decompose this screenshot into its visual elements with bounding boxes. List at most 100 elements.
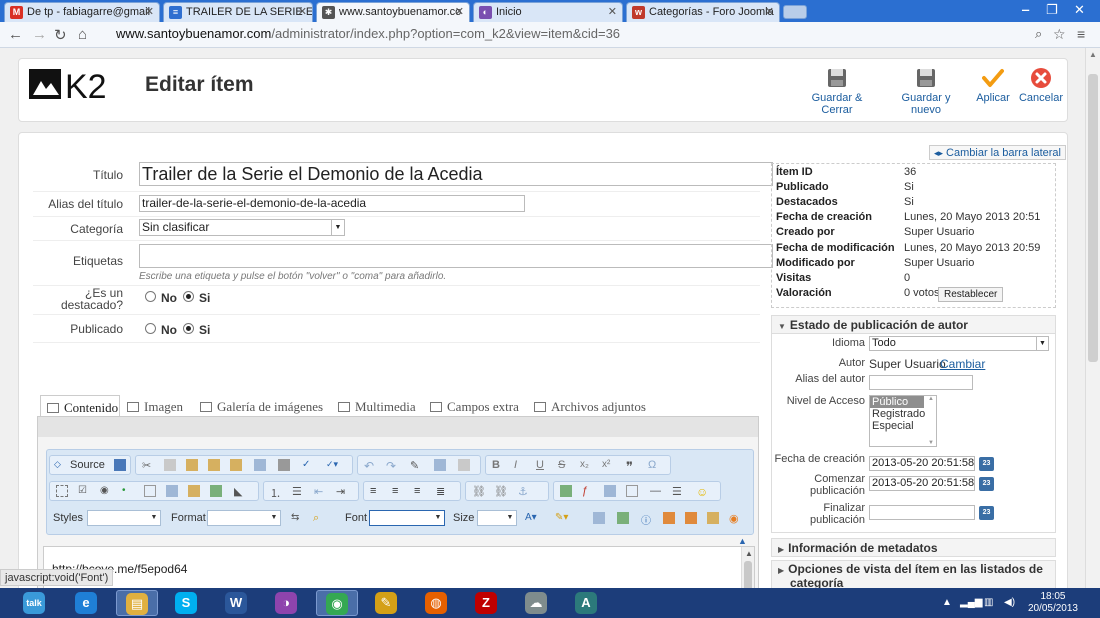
restore-icon[interactable]: ❐ (1046, 2, 1058, 18)
anchor-icon[interactable]: ⚓ (518, 485, 530, 498)
toggle-sidebar-button[interactable]: ◂▸ Cambiar la barra lateral (929, 145, 1066, 160)
taskbar-firefox[interactable]: ◍ (416, 590, 458, 616)
replace-icon[interactable] (434, 459, 446, 471)
remove-format-icon[interactable] (458, 459, 470, 471)
tags-input[interactable] (139, 244, 773, 268)
scroll-thumb[interactable] (744, 561, 752, 588)
browser-tab-active[interactable]: ✱ www.santoybuenamor.co ✕ (316, 2, 470, 22)
scroll-up-icon[interactable]: ▲ (745, 549, 753, 558)
metadata-header[interactable]: ▶ Información de metadatos (772, 539, 1055, 557)
taskbar-skype[interactable]: S (166, 590, 208, 616)
featured-no-radio[interactable] (145, 291, 156, 302)
tab-extra-fields[interactable]: Campos extra (430, 395, 528, 417)
author-alias-input[interactable] (869, 375, 973, 390)
browser-tab-gmail[interactable]: M De tp - fabiagarre@gmail ✕ (4, 2, 160, 22)
zoom-icon[interactable]: ⌕ (1035, 26, 1042, 42)
scroll-down-icon[interactable]: ▼ (928, 440, 934, 446)
author-publishing-header[interactable]: ▼ Estado de publicación de autor (772, 316, 1055, 334)
link-icon[interactable]: ⛓ (472, 485, 486, 498)
back-arrow-icon[interactable]: ← (8, 26, 23, 43)
network-tray-icon[interactable]: ▥ (984, 597, 993, 608)
pagebreak-icon[interactable] (685, 512, 697, 524)
calendar-icon[interactable]: 23 (979, 457, 994, 471)
readmore-icon[interactable] (663, 512, 675, 524)
select-icon[interactable] (166, 485, 178, 497)
close-window-icon[interactable]: ✕ (1074, 2, 1085, 18)
volume-icon[interactable]: ◀) (1004, 597, 1015, 608)
outdent-icon[interactable]: ⇤ (314, 485, 326, 498)
align-center-icon[interactable]: ≡ (392, 485, 404, 497)
align-right-icon[interactable]: ≡ (414, 485, 426, 497)
paste-text-icon[interactable] (208, 459, 220, 471)
omega-icon[interactable]: Ω (648, 459, 660, 471)
select-all-icon[interactable] (254, 459, 266, 471)
format-combo[interactable]: ▼ (207, 510, 281, 526)
alias-input[interactable]: trailer-de-la-serie-el-demonio-de-la-ace… (139, 195, 525, 212)
iframe-icon[interactable] (626, 485, 638, 497)
undo-icon[interactable]: ↶ (364, 459, 376, 473)
menu-icon[interactable]: ≡ (1077, 26, 1085, 42)
cut-icon[interactable]: ✂ (142, 459, 154, 472)
size-combo[interactable]: ▼ (477, 510, 517, 526)
taskbar-picasa[interactable]: ◑ (266, 590, 308, 616)
print-icon[interactable] (278, 459, 290, 471)
source-button[interactable]: Source (70, 459, 105, 471)
numbered-list-icon[interactable]: ⒈ (270, 485, 282, 500)
taskbar-ie[interactable]: e (66, 590, 108, 616)
taskbar-paint[interactable]: ✎ (366, 590, 408, 616)
blockquote-icon[interactable]: ❞ (626, 459, 638, 474)
cancel-button[interactable]: Cancelar (1017, 67, 1065, 104)
calendar-icon[interactable]: 23 (979, 477, 994, 491)
underline-icon[interactable]: U (536, 459, 548, 471)
forward-arrow-icon[interactable]: → (32, 26, 47, 43)
browser-tab-inicio[interactable]: ◐ Inicio ✕ (473, 2, 623, 22)
checkbox-icon[interactable]: ☑ (78, 485, 90, 497)
text-field-icon[interactable]: • (122, 485, 134, 497)
taskbar-talk[interactable]: talk (14, 590, 56, 616)
category-select[interactable]: Sin clasificar ▼ (139, 219, 345, 236)
new-tab-button[interactable] (783, 5, 807, 19)
taskbar-network[interactable]: ☁ (516, 590, 558, 616)
tab-attachments[interactable]: Archivos adjuntos (534, 395, 654, 417)
spellcheck-icon[interactable]: ✓ (302, 459, 314, 471)
reset-rating-button[interactable]: Restablecer (938, 287, 1004, 302)
close-icon[interactable]: ✕ (455, 5, 464, 18)
text-color-icon[interactable]: A▾ (525, 512, 547, 524)
unlink-icon[interactable]: ⛓ (494, 485, 508, 498)
italic-icon[interactable]: I (514, 459, 526, 471)
insert-image-icon[interactable] (560, 485, 572, 497)
find-replace-icon[interactable]: ⇆ (291, 512, 303, 524)
styles-combo[interactable]: ▼ (87, 510, 161, 526)
scroll-up-icon[interactable]: ▲ (1089, 50, 1097, 59)
published-yes-radio[interactable] (183, 323, 194, 334)
indent-icon[interactable]: ⇥ (336, 485, 348, 498)
scroll-up-icon[interactable]: ▲ (928, 396, 934, 402)
page-scroll-thumb[interactable] (1088, 74, 1098, 362)
tab-content[interactable]: Contenido (40, 395, 120, 417)
magnifier-icon[interactable]: ⌕ (313, 512, 325, 524)
bookmark-star-icon[interactable]: ☆ (1053, 26, 1066, 43)
textarea-icon[interactable] (144, 485, 156, 497)
access-option[interactable]: Registrado (870, 408, 936, 420)
image-button-icon[interactable] (210, 485, 222, 497)
apply-button[interactable]: Aplicar (971, 67, 1015, 104)
collapse-toolbar-icon[interactable]: ▲ (738, 536, 747, 546)
font-combo[interactable]: ▼ (369, 510, 445, 526)
featured-yes-radio[interactable] (183, 291, 194, 302)
published-no-radio[interactable] (145, 323, 156, 334)
redo-icon[interactable]: ↷ (386, 459, 398, 473)
url-input[interactable]: www.santoybuenamor.com/administrator/ind… (116, 26, 620, 41)
justify-icon[interactable]: ≣ (436, 485, 448, 498)
start-publishing-input[interactable]: 2013-05-20 20:51:58 (869, 476, 975, 491)
close-icon[interactable]: ✕ (765, 5, 774, 18)
button-icon[interactable] (188, 485, 200, 497)
close-icon[interactable]: ✕ (298, 5, 307, 18)
view-options-header[interactable]: ▶ Opciones de vista del ítem en las lista… (772, 561, 1055, 588)
change-author-link[interactable]: Cambiar (940, 357, 985, 371)
minimize-icon[interactable]: ‒ (1022, 2, 1029, 17)
created-date-input[interactable]: 2013-05-20 20:51:58 (869, 456, 975, 471)
media-icon[interactable] (707, 512, 719, 524)
paste-icon[interactable] (186, 459, 198, 471)
editor-scrollbar[interactable]: ▲ (741, 547, 754, 588)
close-icon[interactable]: ✕ (608, 5, 617, 18)
